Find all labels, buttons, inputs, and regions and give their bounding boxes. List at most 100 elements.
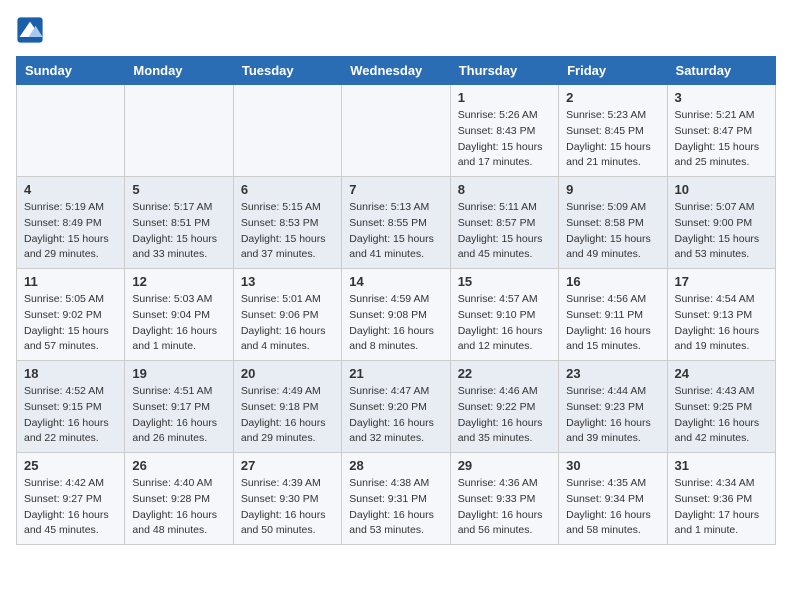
- calendar-cell: 21Sunrise: 4:47 AMSunset: 9:20 PMDayligh…: [342, 361, 450, 453]
- weekday-header-tuesday: Tuesday: [233, 57, 341, 85]
- cell-content: Sunrise: 4:49 AMSunset: 9:18 PMDaylight:…: [241, 384, 334, 447]
- cell-line: Sunset: 9:31 PM: [349, 493, 427, 505]
- cell-line: Sunrise: 5:05 AM: [24, 293, 104, 305]
- day-number: 3: [675, 90, 768, 105]
- day-number: 29: [458, 458, 551, 473]
- cell-line: Daylight: 16 hours: [241, 417, 326, 429]
- calendar-cell: 2 Sunrise: 5:23 AMSunset: 8:45 PMDaylight…: [559, 85, 667, 177]
- day-number: 13: [241, 274, 334, 289]
- cell-content: Sunrise: 4:47 AMSunset: 9:20 PMDaylight:…: [349, 384, 442, 447]
- cell-line: and 39 minutes.: [566, 432, 641, 444]
- cell-line: Sunset: 9:06 PM: [241, 309, 319, 321]
- weekday-header-saturday: Saturday: [667, 57, 775, 85]
- cell-content: Sunrise: 5:07 AMSunset: 9:00 PMDaylight:…: [675, 200, 768, 263]
- cell-line: Sunset: 9:36 PM: [675, 493, 753, 505]
- cell-line: Sunset: 9:04 PM: [132, 309, 210, 321]
- day-number: 24: [675, 366, 768, 381]
- calendar-cell: 12 Sunrise: 5:03 AMSunset: 9:04 PMDayligh…: [125, 269, 233, 361]
- cell-content: Sunrise: 4:51 AMSunset: 9:17 PMDaylight:…: [132, 384, 225, 447]
- day-number: 30: [566, 458, 659, 473]
- cell-content: Sunrise: 4:52 AMSunset: 9:15 PMDaylight:…: [24, 384, 117, 447]
- cell-line: Daylight: 16 hours: [24, 509, 109, 521]
- week-row-4: 18 Sunrise: 4:52 AMSunset: 9:15 PMDayligh…: [17, 361, 776, 453]
- calendar-cell: [125, 85, 233, 177]
- day-number: 9: [566, 182, 659, 197]
- cell-line: Sunset: 9:28 PM: [132, 493, 210, 505]
- cell-line: and 56 minutes.: [458, 524, 533, 536]
- cell-line: Sunrise: 4:35 AM: [566, 477, 646, 489]
- cell-line: Daylight: 16 hours: [241, 325, 326, 337]
- cell-line: Sunrise: 4:51 AM: [132, 385, 212, 397]
- cell-line: Sunrise: 5:13 AM: [349, 201, 429, 213]
- cell-line: Daylight: 15 hours: [458, 141, 543, 153]
- day-number: 7: [349, 182, 442, 197]
- week-row-3: 11Sunrise: 5:05 AMSunset: 9:02 PMDayligh…: [17, 269, 776, 361]
- cell-content: Sunrise: 4:42 AMSunset: 9:27 PMDaylight:…: [24, 476, 117, 539]
- cell-content: Sunrise: 4:40 AMSunset: 9:28 PMDaylight:…: [132, 476, 225, 539]
- cell-content: Sunrise: 5:15 AMSunset: 8:53 PMDaylight:…: [241, 200, 334, 263]
- day-number: 12: [132, 274, 225, 289]
- cell-line: Sunrise: 5:15 AM: [241, 201, 321, 213]
- cell-content: Sunrise: 5:13 AMSunset: 8:55 PMDaylight:…: [349, 200, 442, 263]
- cell-content: Sunrise: 5:01 AMSunset: 9:06 PMDaylight:…: [241, 292, 334, 355]
- cell-line: Sunset: 9:27 PM: [24, 493, 102, 505]
- weekday-header-wednesday: Wednesday: [342, 57, 450, 85]
- cell-line: and 50 minutes.: [241, 524, 316, 536]
- cell-line: Sunrise: 5:23 AM: [566, 109, 646, 121]
- cell-content: Sunrise: 4:57 AMSunset: 9:10 PMDaylight:…: [458, 292, 551, 355]
- cell-content: Sunrise: 4:39 AMSunset: 9:30 PMDaylight:…: [241, 476, 334, 539]
- cell-line: Daylight: 16 hours: [458, 509, 543, 521]
- calendar-cell: 14Sunrise: 4:59 AMSunset: 9:08 PMDayligh…: [342, 269, 450, 361]
- day-number: 4: [24, 182, 117, 197]
- day-number: 5: [132, 182, 225, 197]
- cell-line: and 58 minutes.: [566, 524, 641, 536]
- cell-line: Sunrise: 4:44 AM: [566, 385, 646, 397]
- cell-line: Sunset: 9:20 PM: [349, 401, 427, 413]
- cell-line: Sunrise: 5:11 AM: [458, 201, 537, 213]
- cell-line: and 37 minutes.: [241, 248, 316, 260]
- cell-line: Sunrise: 4:38 AM: [349, 477, 429, 489]
- cell-line: and 25 minutes.: [675, 156, 750, 168]
- cell-line: Sunset: 9:33 PM: [458, 493, 536, 505]
- cell-content: Sunrise: 4:38 AMSunset: 9:31 PMDaylight:…: [349, 476, 442, 539]
- cell-line: Sunset: 9:25 PM: [675, 401, 753, 413]
- cell-line: Sunset: 9:17 PM: [132, 401, 210, 413]
- calendar-cell: 22Sunrise: 4:46 AMSunset: 9:22 PMDayligh…: [450, 361, 558, 453]
- calendar-cell: 16Sunrise: 4:56 AMSunset: 9:11 PMDayligh…: [559, 269, 667, 361]
- weekday-header-row: SundayMondayTuesdayWednesdayThursdayFrid…: [17, 57, 776, 85]
- cell-content: Sunrise: 4:36 AM Sunset: 9:33 PM Daylight:…: [458, 476, 551, 539]
- cell-line: Sunset: 9:30 PM: [241, 493, 319, 505]
- page-header: [16, 16, 776, 44]
- calendar-cell: 1Sunrise: 5:26 AMSunset: 8:43 PMDaylight…: [450, 85, 558, 177]
- cell-line: Sunset: 8:55 PM: [349, 217, 427, 229]
- calendar-cell: 30Sunrise: 4:35 AMSunset: 9:34 PMDayligh…: [559, 453, 667, 545]
- calendar-cell: 5Sunrise: 5:17 AMSunset: 8:51 PMDaylight…: [125, 177, 233, 269]
- cell-line: Sunrise: 4:56 AM: [566, 293, 646, 305]
- cell-line: Daylight: 16 hours: [675, 417, 760, 429]
- cell-line: Sunset: 9:08 PM: [349, 309, 427, 321]
- calendar-table: SundayMondayTuesdayWednesdayThursdayFrid…: [16, 56, 776, 545]
- cell-content: Sunrise: 5:03 AMSunset: 9:04 PMDaylight:…: [132, 292, 225, 355]
- cell-line: Daylight: 15 hours: [675, 233, 760, 245]
- week-row-5: 25 Sunrise: 4:42 AMSunset: 9:27 PMDayligh…: [17, 453, 776, 545]
- cell-line: and 1 minute.: [132, 340, 196, 352]
- logo: [16, 16, 46, 44]
- cell-line: and 19 minutes.: [675, 340, 750, 352]
- cell-line: Sunrise: 4:47 AM: [349, 385, 429, 397]
- cell-line: and 48 minutes.: [132, 524, 207, 536]
- cell-content: Sunrise: 5:23 AMSunset: 8:45 PMDaylight:…: [566, 108, 659, 171]
- day-number: 25: [24, 458, 117, 473]
- cell-line: Sunrise: 4:39 AM: [241, 477, 321, 489]
- day-number: 2: [566, 90, 659, 105]
- calendar-cell: 26Sunrise: 4:40 AMSunset: 9:28 PMDayligh…: [125, 453, 233, 545]
- calendar-cell: [17, 85, 125, 177]
- cell-line: and 17 minutes.: [458, 156, 533, 168]
- cell-line: and 8 minutes.: [349, 340, 418, 352]
- calendar-cell: 15Sunrise: 4:57 AMSunset: 9:10 PMDayligh…: [450, 269, 558, 361]
- cell-line: Sunset: 9:02 PM: [24, 309, 102, 321]
- cell-line: Sunset: 9:11 PM: [566, 309, 643, 321]
- cell-line: Sunrise: 4:52 AM: [24, 385, 104, 397]
- cell-line: Sunrise: 4:36 AM: [458, 477, 538, 489]
- cell-line: Daylight: 16 hours: [675, 325, 760, 337]
- day-number: 18: [24, 366, 117, 381]
